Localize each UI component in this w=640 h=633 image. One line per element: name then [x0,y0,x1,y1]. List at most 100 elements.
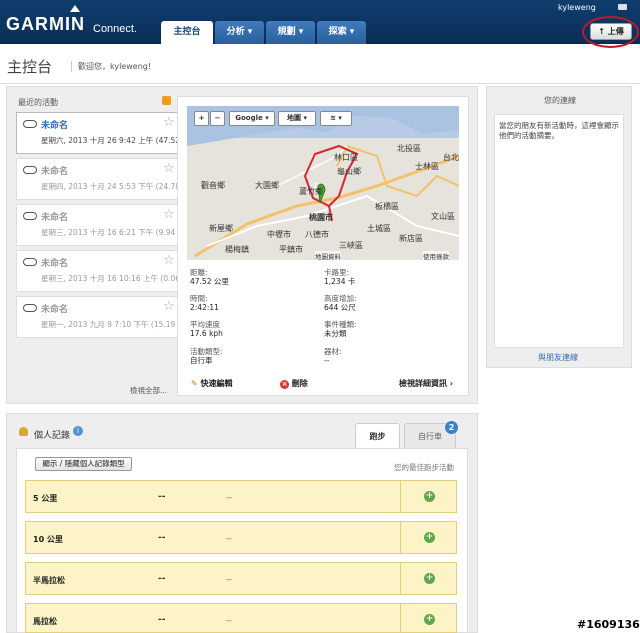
quick-edit-link[interactable]: ✎ 快速編輯 [191,378,233,389]
map-place-label: 平鎮市 [279,245,303,254]
trophy-icon [19,427,28,436]
username-link[interactable]: kyleweng [558,3,596,12]
recent-activities-title: 最近的活動 [18,98,58,107]
bike-icon [23,166,37,174]
record-row[interactable]: 馬拉松 -- -- + [25,603,457,633]
tab-analysis[interactable]: 分析 ▾ [215,21,264,44]
record-name: 半馬拉松 [33,576,65,585]
activity-name[interactable]: 未命名 [41,118,68,131]
delete-icon: × [280,380,289,389]
activity-date: 星期三, 2013 十月 16 6:21 下午 (9.94 公里) [41,228,187,237]
map-place-label: 土城區 [367,224,391,233]
star-icon[interactable]: ☆ [163,299,175,314]
friends-box: 當您的朋友有新活動時，這裡會顯示他們的活動摘要。 [494,114,624,348]
rss-icon[interactable] [162,96,171,105]
map-place-label: 桃園市 [309,213,333,222]
stat-value: 自行車 [190,356,213,365]
map-place-label: 北投區 [397,144,421,153]
welcome-message: 歡迎您，kyleweng! [71,61,151,72]
record-value: -- [158,492,166,502]
star-icon[interactable]: ☆ [163,207,175,222]
activity-name[interactable]: 未命名 [41,164,68,177]
map-attribution: 地圖資料 [315,251,341,260]
cycling-count-badge: 2 [445,421,458,434]
add-icon[interactable]: + [424,614,435,625]
stat-value: 17.6 kph [190,329,223,338]
tab-dashboard[interactable]: 主控台 [161,21,213,44]
map-place-label: 台北 [443,153,459,162]
record-detail: -- [226,534,232,543]
activity-item[interactable]: 未命名 星期三, 2013 十月 16 10:16 上午 (0.06 公里) ☆ [16,250,188,292]
connect-friends-link[interactable]: 與朋友連線 [538,352,578,363]
route-map[interactable]: 林口區 北投區 士林區 台北 龜山鄉 大園鄉 觀音鄉 蘆竹鄉 板橋區 文山區 桃… [187,106,459,260]
mail-icon[interactable] [618,4,627,10]
stat-label: 距離: [190,268,208,277]
map-provider-dropdown[interactable]: Google ▾ [229,111,275,126]
add-icon[interactable]: + [424,532,435,543]
map-place-label: 蘆竹鄉 [299,187,323,196]
toggle-record-types-button[interactable]: 顯示 / 隱藏個人記錄類型 [35,457,132,471]
record-name: 馬拉松 [33,617,57,626]
map-marker-label: 1 [313,182,318,190]
record-row[interactable]: 5 公里 -- -- + [25,480,457,513]
stat-value: 2:42:11 [190,303,219,312]
tab-explore[interactable]: 探索 ▾ [317,21,366,44]
bike-icon [23,120,37,128]
header-divider [0,83,640,84]
zoom-out-button[interactable]: − [210,111,225,126]
view-all-link[interactable]: 檢視全部... [130,385,167,396]
record-value: -- [158,615,166,625]
activity-item[interactable]: 未命名 星期一, 2013 九月 9 7:10 下午 (15.19 公里) ☆ [16,296,188,338]
record-value: -- [158,574,166,584]
map-terms-link[interactable]: 使用條款 [423,251,449,260]
stat-label: 平均速度 [190,320,220,329]
activity-name[interactable]: 未命名 [41,256,68,269]
record-row[interactable]: 半馬拉松 -- -- + [25,562,457,595]
activity-item[interactable]: 未命名 星期六, 2013 十月 26 9:42 上午 (47.52 公里) ☆ [16,112,188,154]
activity-name[interactable]: 未命名 [41,302,68,315]
stat-label: 器材: [324,347,342,356]
map-place-label: 板橋區 [375,202,399,211]
add-icon[interactable]: + [424,491,435,502]
activity-name[interactable]: 未命名 [41,210,68,223]
record-row[interactable]: 10 公里 -- -- + [25,521,457,554]
info-icon[interactable]: i [73,426,83,436]
map-type-dropdown[interactable]: 地圖 ▾ [278,111,316,126]
map-layers-dropdown[interactable]: ≋ ▾ [320,111,352,126]
view-details-link[interactable]: 檢視詳細資訊 › [399,378,453,389]
delete-link[interactable]: × 刪除 [280,378,308,389]
map-place-label: 八德市 [305,230,329,239]
record-divider [400,563,401,594]
tab-running[interactable]: 跑步 [355,423,400,448]
star-icon[interactable]: ☆ [163,161,175,176]
zoom-in-button[interactable]: + [194,111,209,126]
map-place-label: 大園鄉 [255,181,279,190]
pencil-icon: ✎ [191,379,198,388]
best-activity-text: 您的最佳跑步活動 [394,463,454,472]
activity-item[interactable]: 未命名 星期三, 2013 十月 16 6:21 下午 (9.94 公里) ☆ [16,204,188,246]
activity-date: 星期三, 2013 十月 16 10:16 上午 (0.06 公里) [41,274,187,283]
map-place-label: 士林區 [415,162,439,171]
map-place-label: 林口區 [334,153,358,162]
stat-value: 1,234 卡 [324,277,356,286]
friends-title: 您的連線 [544,96,576,105]
map-place-label: 新屋鄉 [209,224,233,233]
map-place-label: 楊梅鎮 [225,245,249,254]
activity-item[interactable]: 未命名 星期四, 2013 十月 24 5:53 下午 (24.78 公里) ☆ [16,158,188,200]
stat-label: 事件種類: [324,320,357,329]
garmin-logo[interactable]: GARMIN [6,5,85,35]
star-icon[interactable]: ☆ [163,115,175,130]
activity-date: 星期六, 2013 十月 26 9:42 上午 (47.52 公里) [41,136,187,145]
page-title: 主控台 [7,58,53,76]
record-detail: -- [226,616,232,625]
tab-plan[interactable]: 規劃 ▾ [266,21,315,44]
stat-label: 高度增加: [324,294,357,303]
map-place-label: 文山區 [431,212,455,221]
map-place-label: 龜山鄉 [337,167,361,176]
record-name: 10 公里 [33,535,63,544]
activity-date: 星期一, 2013 九月 9 7:10 下午 (15.19 公里) [41,320,187,329]
watermark-text: #1609136 [577,618,640,631]
star-icon[interactable]: ☆ [163,253,175,268]
logo-triangle-icon [70,5,80,12]
add-icon[interactable]: + [424,573,435,584]
